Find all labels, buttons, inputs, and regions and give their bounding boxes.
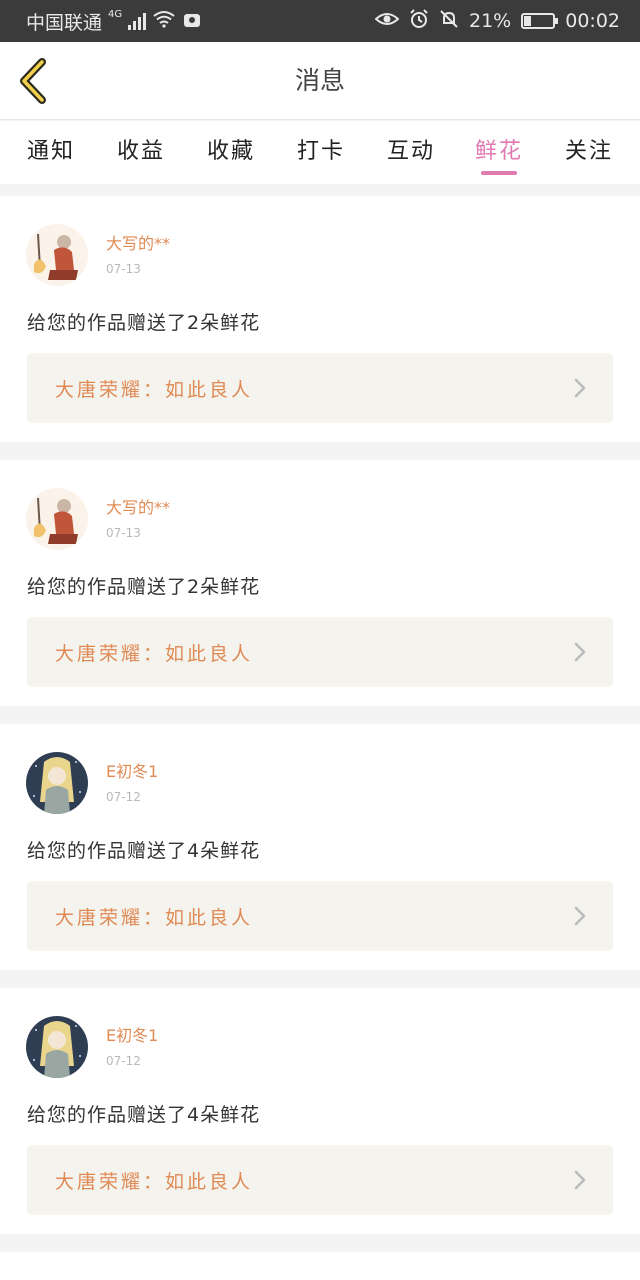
tab-interaction[interactable]: 互动: [376, 133, 446, 165]
work-title: 大唐荣耀：如此良人: [55, 642, 254, 665]
notification-message: 给您的作品赠送了4朵鲜花: [27, 840, 261, 862]
work-link[interactable]: 大唐荣耀：如此良人: [27, 617, 613, 687]
work-title: 大唐荣耀：如此良人: [55, 378, 254, 401]
eye-icon: [374, 10, 400, 32]
battery-percent: 21%: [469, 10, 512, 32]
notification-date: 07-12: [106, 790, 141, 804]
chevron-right-icon: [574, 642, 586, 662]
status-bar: 中国联通 4G 21% 00:02: [0, 0, 640, 42]
user-name[interactable]: E初冬1: [106, 758, 158, 782]
notification-message: 给您的作品赠送了2朵鲜花: [27, 576, 261, 598]
tab-favorites[interactable]: 收藏: [196, 133, 266, 165]
chevron-right-icon: [574, 378, 586, 398]
notification-card: 大写的** 07-13 给您的作品赠送了2朵鲜花 大唐荣耀：如此良人: [0, 196, 640, 442]
user-avatar[interactable]: [26, 224, 88, 286]
alarm-icon: [409, 8, 429, 34]
header: 消息: [0, 42, 640, 120]
user-avatar[interactable]: [26, 752, 88, 814]
active-tab-indicator: [481, 171, 517, 175]
notification-message: 给您的作品赠送了2朵鲜花: [27, 312, 261, 334]
battery-icon: [521, 13, 559, 29]
user-name[interactable]: E初冬1: [106, 1022, 158, 1046]
tab-notice[interactable]: 通知: [16, 133, 86, 165]
chevron-right-icon: [574, 1170, 586, 1190]
network-type: 4G: [108, 8, 123, 20]
work-link[interactable]: 大唐荣耀：如此良人: [27, 881, 613, 951]
work-title: 大唐荣耀：如此良人: [55, 906, 254, 929]
notification-date: 07-13: [106, 526, 141, 540]
work-title: 大唐荣耀：如此良人: [55, 1170, 254, 1193]
notification-card: E初冬1 07-12 给您的作品赠送了4朵鲜花 大唐荣耀：如此良人: [0, 724, 640, 970]
chevron-right-icon: [574, 906, 586, 926]
user-name[interactable]: 大写的**: [106, 230, 170, 254]
mute-bell-icon: [439, 9, 459, 34]
user-avatar[interactable]: [26, 1016, 88, 1078]
tab-bar: 通知 收益 收藏 打卡 互动 鲜花 关注: [0, 121, 640, 184]
notification-card-partial: [0, 1252, 640, 1280]
wifi-icon: [152, 10, 176, 33]
carrier-label: 中国联通: [26, 11, 103, 34]
signal-icon: [128, 12, 147, 30]
notification-message: 给您的作品赠送了4朵鲜花: [27, 1104, 261, 1126]
tab-flowers[interactable]: 鲜花: [464, 133, 534, 165]
page-title: 消息: [294, 66, 345, 95]
notification-card: E初冬1 07-12 给您的作品赠送了4朵鲜花 大唐荣耀：如此良人: [0, 988, 640, 1234]
work-link[interactable]: 大唐荣耀：如此良人: [27, 1145, 613, 1215]
notification-app-icon: [182, 10, 202, 33]
tab-checkin[interactable]: 打卡: [286, 133, 356, 165]
clock: 00:02: [565, 10, 620, 32]
user-avatar[interactable]: [26, 488, 88, 550]
work-link[interactable]: 大唐荣耀：如此良人: [27, 353, 613, 423]
tab-following[interactable]: 关注: [554, 133, 624, 165]
notification-card: 大写的** 07-13 给您的作品赠送了2朵鲜花 大唐荣耀：如此良人: [0, 460, 640, 706]
tab-earnings[interactable]: 收益: [106, 133, 176, 165]
notification-date: 07-12: [106, 1054, 141, 1068]
user-name[interactable]: 大写的**: [106, 494, 170, 518]
notification-list: 大写的** 07-13 给您的作品赠送了2朵鲜花 大唐荣耀：如此良人 大写的**…: [0, 196, 640, 1280]
notification-date: 07-13: [106, 262, 141, 276]
